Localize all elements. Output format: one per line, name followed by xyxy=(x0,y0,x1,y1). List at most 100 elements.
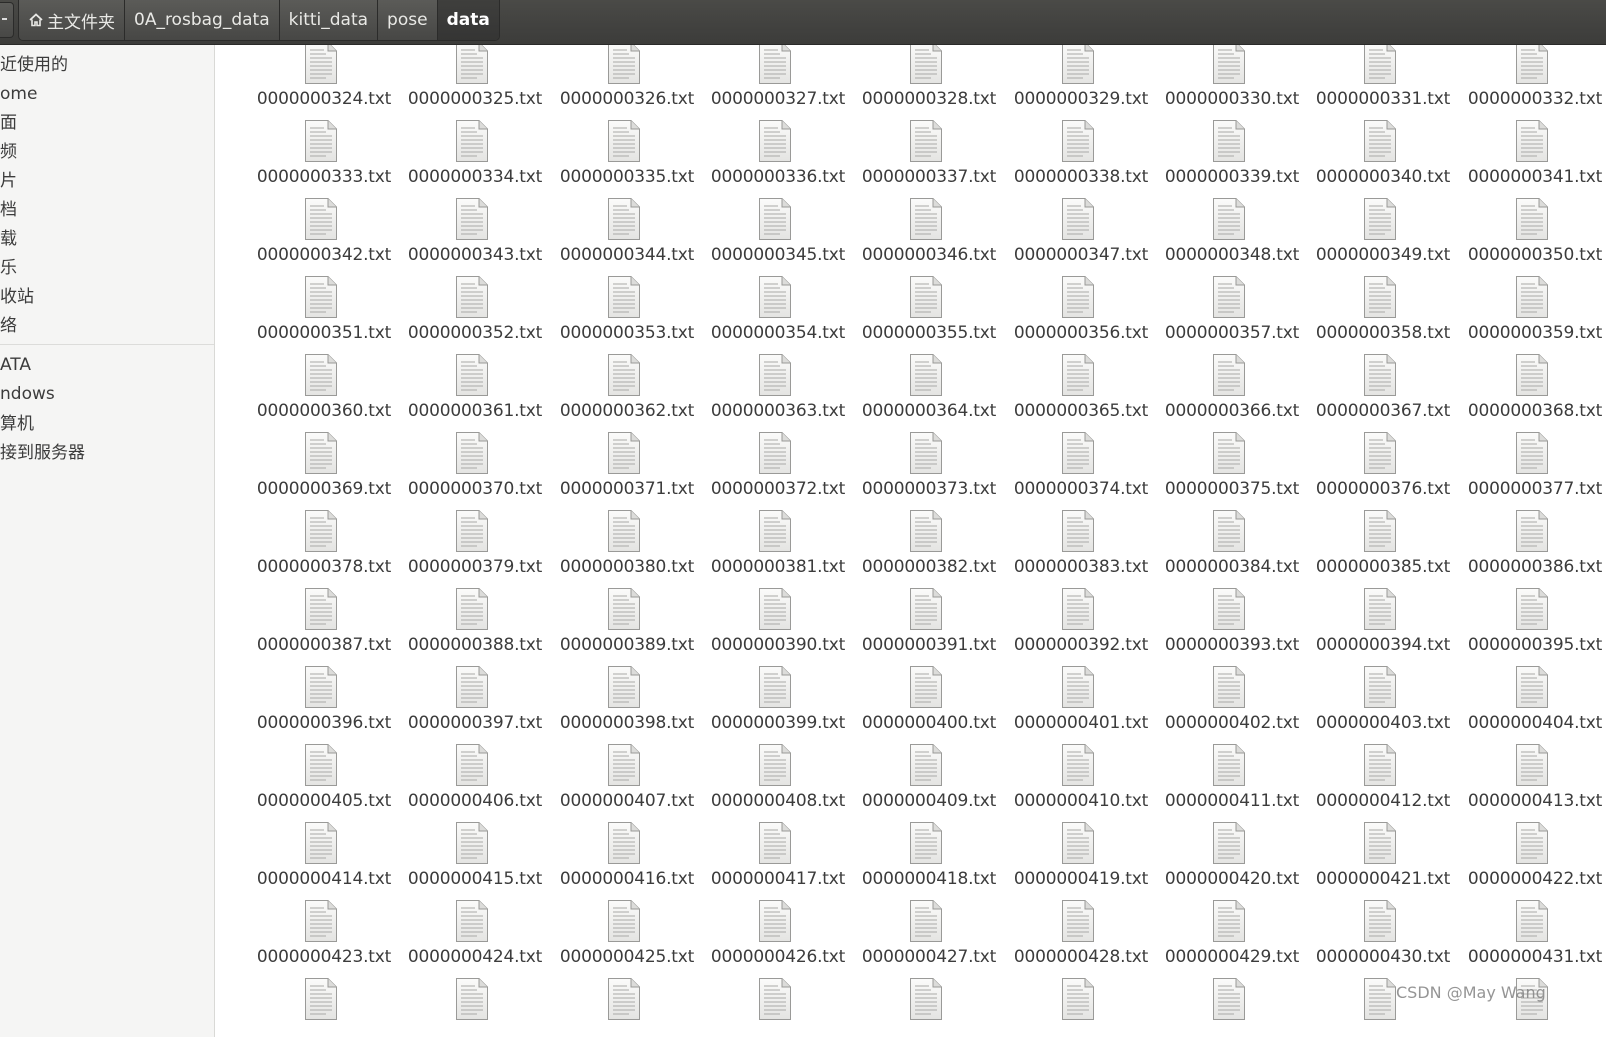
file-item[interactable]: 0000000335.txt xyxy=(543,120,695,201)
file-item[interactable]: 0000000362.txt xyxy=(543,354,695,435)
file-item[interactable]: 0000000337.txt xyxy=(845,120,997,201)
file-item[interactable]: 0000000398.txt xyxy=(543,666,695,747)
file-item[interactable]: 0000000421.txt xyxy=(1299,822,1451,903)
file-item[interactable]: 0000000343.txt xyxy=(391,198,543,279)
file-item[interactable]: 0000000359.txt xyxy=(1451,276,1603,357)
file-item[interactable]: 0000000341.txt xyxy=(1451,120,1603,201)
file-item[interactable]: 0000000412.txt xyxy=(1299,744,1451,825)
file-item[interactable]: 0000000409.txt xyxy=(845,744,997,825)
file-item[interactable]: 0000000383.txt xyxy=(997,510,1149,591)
file-item[interactable]: 0000000331.txt xyxy=(1299,45,1451,123)
file-item[interactable]: 0000000428.txt xyxy=(997,900,1149,981)
file-item[interactable]: 0000000346.txt xyxy=(845,198,997,279)
file-item[interactable]: 0000000369.txt xyxy=(240,432,392,513)
file-item[interactable]: 0000000352.txt xyxy=(391,276,543,357)
file-item[interactable] xyxy=(1148,978,1300,1037)
file-item[interactable]: 0000000375.txt xyxy=(1148,432,1300,513)
file-item[interactable]: 0000000372.txt xyxy=(694,432,846,513)
file-item[interactable]: 0000000415.txt xyxy=(391,822,543,903)
file-item[interactable]: 0000000376.txt xyxy=(1299,432,1451,513)
file-item[interactable]: 0000000390.txt xyxy=(694,588,846,669)
file-item[interactable]: 0000000410.txt xyxy=(997,744,1149,825)
file-item[interactable]: 0000000345.txt xyxy=(694,198,846,279)
file-item[interactable]: 0000000426.txt xyxy=(694,900,846,981)
sidebar-item[interactable]: 络 xyxy=(0,313,17,339)
file-item[interactable] xyxy=(845,978,997,1037)
file-item[interactable]: 0000000339.txt xyxy=(1148,120,1300,201)
file-item[interactable]: 0000000394.txt xyxy=(1299,588,1451,669)
file-item[interactable]: 0000000364.txt xyxy=(845,354,997,435)
file-item[interactable]: 0000000373.txt xyxy=(845,432,997,513)
file-item[interactable]: 0000000336.txt xyxy=(694,120,846,201)
sidebar-item[interactable]: ATA xyxy=(0,352,31,378)
file-item[interactable]: 0000000325.txt xyxy=(391,45,543,123)
file-item[interactable]: 0000000349.txt xyxy=(1299,198,1451,279)
sidebar-item[interactable]: 片 xyxy=(0,168,17,194)
file-item[interactable]: 0000000399.txt xyxy=(694,666,846,747)
file-item[interactable]: 0000000402.txt xyxy=(1148,666,1300,747)
file-item[interactable]: 0000000348.txt xyxy=(1148,198,1300,279)
sidebar-item[interactable]: ndows xyxy=(0,381,55,407)
file-item[interactable]: 0000000353.txt xyxy=(543,276,695,357)
sidebar-item[interactable]: ome xyxy=(0,81,37,107)
file-item[interactable]: 0000000396.txt xyxy=(240,666,392,747)
file-item[interactable]: 0000000406.txt xyxy=(391,744,543,825)
file-item[interactable]: 0000000423.txt xyxy=(240,900,392,981)
sidebar-item[interactable]: 接到服务器 xyxy=(0,440,85,466)
file-item[interactable]: 0000000333.txt xyxy=(240,120,392,201)
file-item[interactable]: 0000000404.txt xyxy=(1451,666,1603,747)
file-item[interactable]: 0000000371.txt xyxy=(543,432,695,513)
file-item[interactable]: 0000000324.txt xyxy=(240,45,392,123)
file-item[interactable] xyxy=(391,978,543,1037)
file-item[interactable]: 0000000356.txt xyxy=(997,276,1149,357)
file-item[interactable]: 0000000420.txt xyxy=(1148,822,1300,903)
file-item[interactable]: 0000000379.txt xyxy=(391,510,543,591)
file-item[interactable]: 0000000388.txt xyxy=(391,588,543,669)
file-item[interactable]: 0000000413.txt xyxy=(1451,744,1603,825)
sidebar-item[interactable]: 频 xyxy=(0,139,17,165)
breadcrumb-item-4[interactable]: data xyxy=(437,0,499,40)
file-item[interactable]: 0000000407.txt xyxy=(543,744,695,825)
sidebar-item[interactable]: 乐 xyxy=(0,255,17,281)
file-item[interactable]: 0000000397.txt xyxy=(391,666,543,747)
file-item[interactable]: 0000000355.txt xyxy=(845,276,997,357)
file-item[interactable]: 0000000411.txt xyxy=(1148,744,1300,825)
file-item[interactable]: 0000000326.txt xyxy=(543,45,695,123)
file-item[interactable]: 0000000350.txt xyxy=(1451,198,1603,279)
file-item[interactable]: 0000000363.txt xyxy=(694,354,846,435)
file-item[interactable]: 0000000429.txt xyxy=(1148,900,1300,981)
file-item[interactable]: 0000000378.txt xyxy=(240,510,392,591)
file-item[interactable]: 0000000342.txt xyxy=(240,198,392,279)
file-item[interactable]: 0000000422.txt xyxy=(1451,822,1603,903)
sidebar-item[interactable]: 载 xyxy=(0,226,17,252)
file-item[interactable]: 0000000370.txt xyxy=(391,432,543,513)
file-item[interactable]: 0000000374.txt xyxy=(997,432,1149,513)
back-button[interactable] xyxy=(0,2,14,38)
file-item[interactable]: 0000000338.txt xyxy=(997,120,1149,201)
sidebar-item[interactable]: 档 xyxy=(0,197,17,223)
file-item[interactable]: 0000000389.txt xyxy=(543,588,695,669)
file-item[interactable]: 0000000391.txt xyxy=(845,588,997,669)
file-item[interactable]: 0000000430.txt xyxy=(1299,900,1451,981)
file-item[interactable]: 0000000418.txt xyxy=(845,822,997,903)
file-item[interactable]: 0000000431.txt xyxy=(1451,900,1603,981)
breadcrumb-item-2[interactable]: kitti_data xyxy=(279,0,379,40)
file-item[interactable]: 0000000328.txt xyxy=(845,45,997,123)
file-item[interactable]: 0000000377.txt xyxy=(1451,432,1603,513)
file-item[interactable] xyxy=(240,978,392,1037)
breadcrumb-item-0[interactable]: 主文件夹 xyxy=(19,0,125,40)
file-item[interactable]: 0000000400.txt xyxy=(845,666,997,747)
file-item[interactable]: 0000000361.txt xyxy=(391,354,543,435)
file-item[interactable]: 0000000408.txt xyxy=(694,744,846,825)
file-item[interactable]: 0000000384.txt xyxy=(1148,510,1300,591)
file-item[interactable]: 0000000385.txt xyxy=(1299,510,1451,591)
file-item[interactable]: 0000000417.txt xyxy=(694,822,846,903)
file-item[interactable]: 0000000344.txt xyxy=(543,198,695,279)
file-item[interactable] xyxy=(997,978,1149,1037)
file-item[interactable]: 0000000354.txt xyxy=(694,276,846,357)
file-item[interactable]: 0000000327.txt xyxy=(694,45,846,123)
file-item[interactable]: 0000000351.txt xyxy=(240,276,392,357)
file-item[interactable]: 0000000405.txt xyxy=(240,744,392,825)
file-item[interactable]: 0000000387.txt xyxy=(240,588,392,669)
file-item[interactable]: 0000000332.txt xyxy=(1451,45,1603,123)
